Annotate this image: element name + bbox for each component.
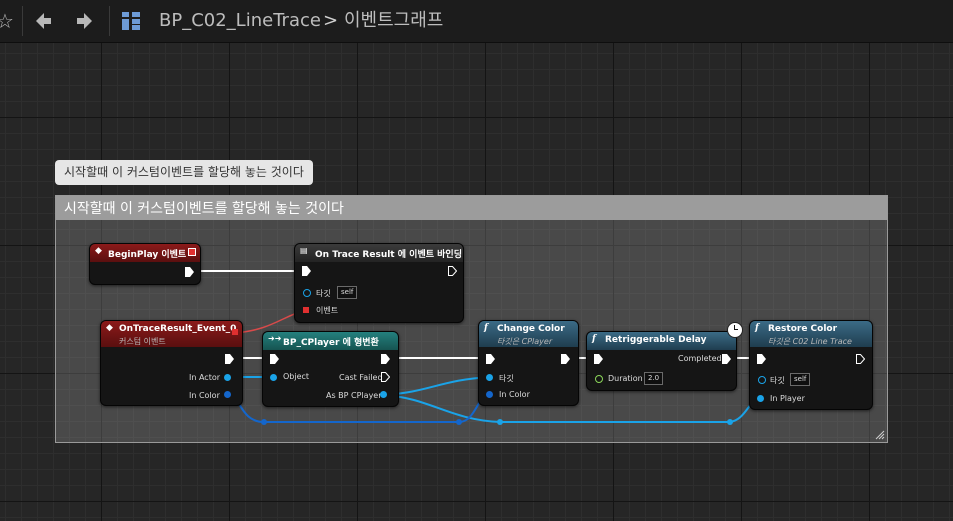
pin-label: In Color: [189, 391, 220, 400]
exec-out-pin[interactable]: [722, 354, 731, 364]
event-diamond-icon: ◆: [95, 246, 102, 256]
function-icon: f: [755, 323, 759, 333]
target-pin[interactable]: [303, 289, 311, 297]
pin-label: 타깃: [316, 289, 331, 298]
node-retriggerable-delay[interactable]: f Retriggerable Delay Completed Duration…: [586, 331, 737, 391]
pin-label: 타깃: [770, 376, 785, 385]
target-value[interactable]: self: [337, 286, 358, 299]
node-subtitle: 커스텀 이벤트: [119, 337, 166, 346]
node-title: Restore Color: [768, 324, 838, 334]
event-diamond-icon: ◆: [106, 323, 113, 333]
in-color-pin[interactable]: [224, 391, 231, 398]
function-icon: f: [592, 334, 596, 344]
in-player-pin[interactable]: [757, 395, 764, 402]
exec-in-pin[interactable]: [302, 266, 311, 276]
object-pin[interactable]: [270, 374, 277, 381]
delegate-pin-icon[interactable]: [188, 248, 196, 256]
exec-in-pin[interactable]: [594, 354, 603, 364]
function-icon: f: [484, 323, 488, 333]
as-player-pin[interactable]: [380, 391, 387, 398]
node-title: OnTraceResult_Event_0: [119, 324, 237, 334]
exec-in-pin[interactable]: [270, 354, 279, 364]
node-title: Retriggerable Delay: [605, 335, 707, 345]
pin-label: Duration: [608, 374, 643, 383]
pin-label: Completed: [678, 354, 722, 363]
bind-icon: ▤: [300, 246, 308, 255]
latent-clock-icon: [727, 322, 743, 338]
node-custom-event[interactable]: ◆ OnTraceResult_Event_0 커스텀 이벤트 In Actor…: [100, 320, 243, 406]
node-bind-event[interactable]: ▤ On Trace Result 에 이벤트 바인딩 타깃 self 이벤트: [294, 243, 464, 323]
exec-out-pin[interactable]: [448, 266, 457, 276]
exec-out-pin[interactable]: [561, 354, 570, 364]
exec-out-pin[interactable]: [225, 354, 234, 364]
duration-value[interactable]: 2.0: [644, 372, 664, 385]
delegate-pin-icon[interactable]: [232, 329, 238, 335]
target-pin[interactable]: [758, 376, 766, 384]
target-value[interactable]: self: [790, 373, 811, 386]
duration-pin[interactable]: [595, 375, 603, 383]
node-title: Change Color: [497, 324, 565, 334]
cast-arrows-icon: ➜➜: [268, 334, 282, 343]
node-begin-play[interactable]: ◆ BeginPlay 이벤트: [89, 243, 201, 285]
in-actor-pin[interactable]: [224, 374, 231, 381]
pin-label: 타깃: [499, 374, 514, 383]
pin-label: As BP CPlayer: [326, 391, 382, 400]
node-restore-color[interactable]: f Restore Color 타깃은 C02 Line Trace 타깃 se…: [749, 320, 873, 410]
exec-out-pin[interactable]: [185, 267, 194, 277]
exec-in-pin[interactable]: [486, 354, 495, 364]
target-pin[interactable]: [486, 374, 493, 381]
pin-label: In Player: [770, 394, 805, 403]
event-delegate-pin[interactable]: [303, 307, 309, 313]
node-title: On Trace Result 에 이벤트 바인딩: [315, 250, 462, 260]
pin-label: In Color: [499, 390, 530, 399]
node-change-color[interactable]: f Change Color 타깃은 CPlayer 타깃 In Color: [478, 320, 579, 406]
node-subtitle: 타깃은 C02 Line Trace: [768, 337, 852, 346]
in-color-pin[interactable]: [486, 391, 493, 398]
pin-label: Object: [283, 372, 310, 381]
exec-out-pin[interactable]: [856, 354, 865, 364]
pin-label: In Actor: [189, 373, 221, 382]
cast-failed-pin[interactable]: [381, 372, 390, 382]
exec-in-pin[interactable]: [757, 354, 766, 364]
node-title: BP_CPlayer 에 형변환: [283, 338, 379, 348]
node-subtitle: 타깃은 CPlayer: [497, 337, 553, 346]
node-title: BeginPlay 이벤트: [108, 250, 187, 260]
pin-label: Cast Failed: [339, 373, 383, 382]
node-cast[interactable]: ➜➜ BP_CPlayer 에 형변환 Object Cast Failed A…: [262, 331, 399, 407]
pin-label: 이벤트: [316, 306, 339, 315]
exec-out-pin[interactable]: [381, 354, 390, 364]
